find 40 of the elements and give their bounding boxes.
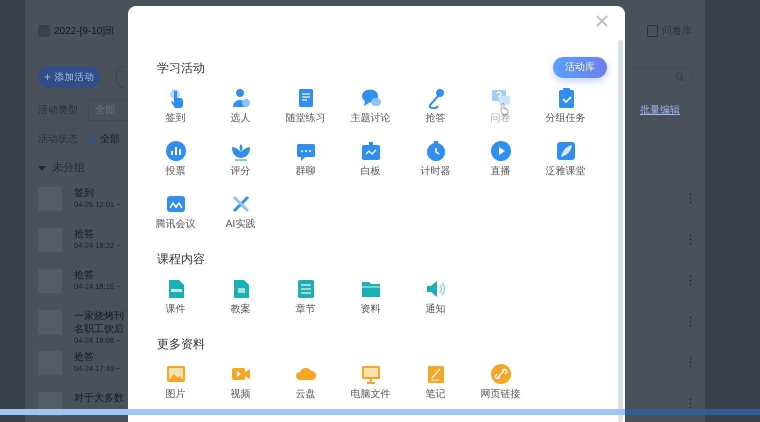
section-title: 更多资料 bbox=[157, 336, 205, 352]
class-title: 2022-[9-10]班 bbox=[54, 24, 116, 38]
activity-type-label[interactable]: AI实践 bbox=[226, 218, 256, 231]
activity-type-label[interactable]: 分组任务 bbox=[546, 112, 586, 125]
activity-type-label[interactable]: 主题讨论 bbox=[350, 112, 390, 125]
activity-type-label[interactable]: 教案 bbox=[230, 303, 250, 316]
scrollbar[interactable] bbox=[618, 40, 623, 422]
close-icon bbox=[595, 14, 609, 28]
activity-type-label[interactable]: 投票 bbox=[166, 165, 186, 178]
radio-label: 全部 bbox=[100, 132, 120, 146]
add-activity-button[interactable]: + 添加活动 bbox=[38, 66, 100, 88]
caret-icon[interactable] bbox=[38, 164, 46, 172]
activity-type-label[interactable]: 签到 bbox=[166, 112, 186, 125]
activity-type-label[interactable]: 抢答 bbox=[426, 112, 446, 125]
batch-edit-link[interactable]: 批量编辑 bbox=[640, 103, 680, 117]
close-button[interactable] bbox=[595, 14, 609, 28]
hand-cursor-icon bbox=[500, 103, 509, 115]
activity-type-label[interactable]: 课件 bbox=[166, 303, 186, 316]
radio-button[interactable] bbox=[88, 135, 96, 143]
activity-type-label[interactable]: 评分 bbox=[230, 165, 250, 178]
section-title: 课程内容 bbox=[157, 250, 205, 268]
activity-type-label[interactable]: 腾讯会议 bbox=[156, 218, 196, 231]
activity-type-label[interactable]: 网页链接 bbox=[480, 388, 520, 401]
activity-type-label[interactable]: 资料 bbox=[360, 303, 380, 316]
activity-type-label[interactable]: 选人 bbox=[230, 112, 250, 125]
section-title: 学习活动 bbox=[157, 60, 205, 76]
activity-type-label[interactable]: 通知 bbox=[426, 303, 446, 316]
activity-type-label[interactable]: 泛雅课堂 bbox=[546, 165, 586, 178]
activity-type-label[interactable]: 随堂练习 bbox=[286, 112, 326, 125]
activity-type-label[interactable]: 笔记 bbox=[426, 388, 446, 401]
activity-type-label[interactable]: 直播 bbox=[490, 165, 510, 178]
activity-type-label[interactable]: 群聊 bbox=[296, 165, 316, 178]
survey-icon bbox=[647, 25, 658, 37]
activity-type-label[interactable]: 电脑文件 bbox=[350, 388, 390, 401]
activity-type-label[interactable]: 章节 bbox=[296, 303, 316, 316]
activity-type-label[interactable]: 计时器 bbox=[420, 165, 450, 178]
activity-type-label[interactable]: 图片 bbox=[166, 388, 186, 401]
activity-type-label[interactable]: 云盘 bbox=[296, 388, 316, 401]
activity-type-label[interactable]: 视频 bbox=[230, 388, 250, 401]
activity-type-label[interactable]: 白板 bbox=[360, 165, 380, 178]
